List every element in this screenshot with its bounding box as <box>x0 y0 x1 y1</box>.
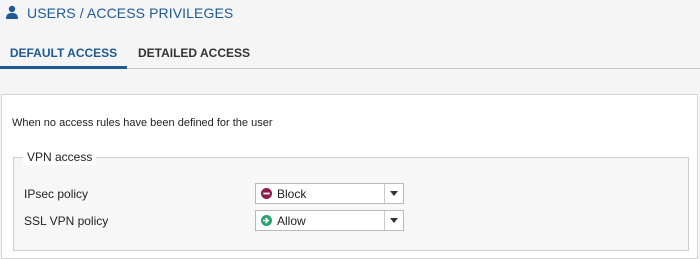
tab-default-access[interactable]: DEFAULT ACCESS <box>0 36 127 69</box>
default-access-panel: When no access rules have been defined f… <box>1 94 698 259</box>
chevron-down-icon[interactable] <box>390 218 398 223</box>
ipsec-policy-select[interactable]: Block <box>255 183 404 204</box>
page-title: USERS / ACCESS PRIVILEGES <box>27 5 234 21</box>
tab-bar: DEFAULT ACCESS DETAILED ACCESS <box>0 36 700 69</box>
ssl-vpn-policy-value: Allow <box>277 214 306 228</box>
ssl-vpn-policy-label: SSL VPN policy <box>24 214 109 228</box>
page-header: USERS / ACCESS PRIVILEGES <box>0 0 700 26</box>
tab-detailed-access[interactable]: DETAILED ACCESS <box>131 36 257 66</box>
intro-text: When no access rules have been defined f… <box>12 117 273 129</box>
vpn-access-fieldset: VPN access IPsec policy Block SSL VPN po… <box>13 150 689 251</box>
ipsec-policy-value: Block <box>277 187 307 201</box>
chevron-down-icon[interactable] <box>390 191 398 196</box>
vpn-access-legend: VPN access <box>23 150 97 165</box>
user-icon <box>6 5 18 19</box>
block-icon <box>261 188 272 199</box>
allow-icon <box>261 215 272 226</box>
ssl-vpn-policy-select[interactable]: Allow <box>255 210 404 231</box>
ipsec-policy-label: IPsec policy <box>24 187 89 201</box>
